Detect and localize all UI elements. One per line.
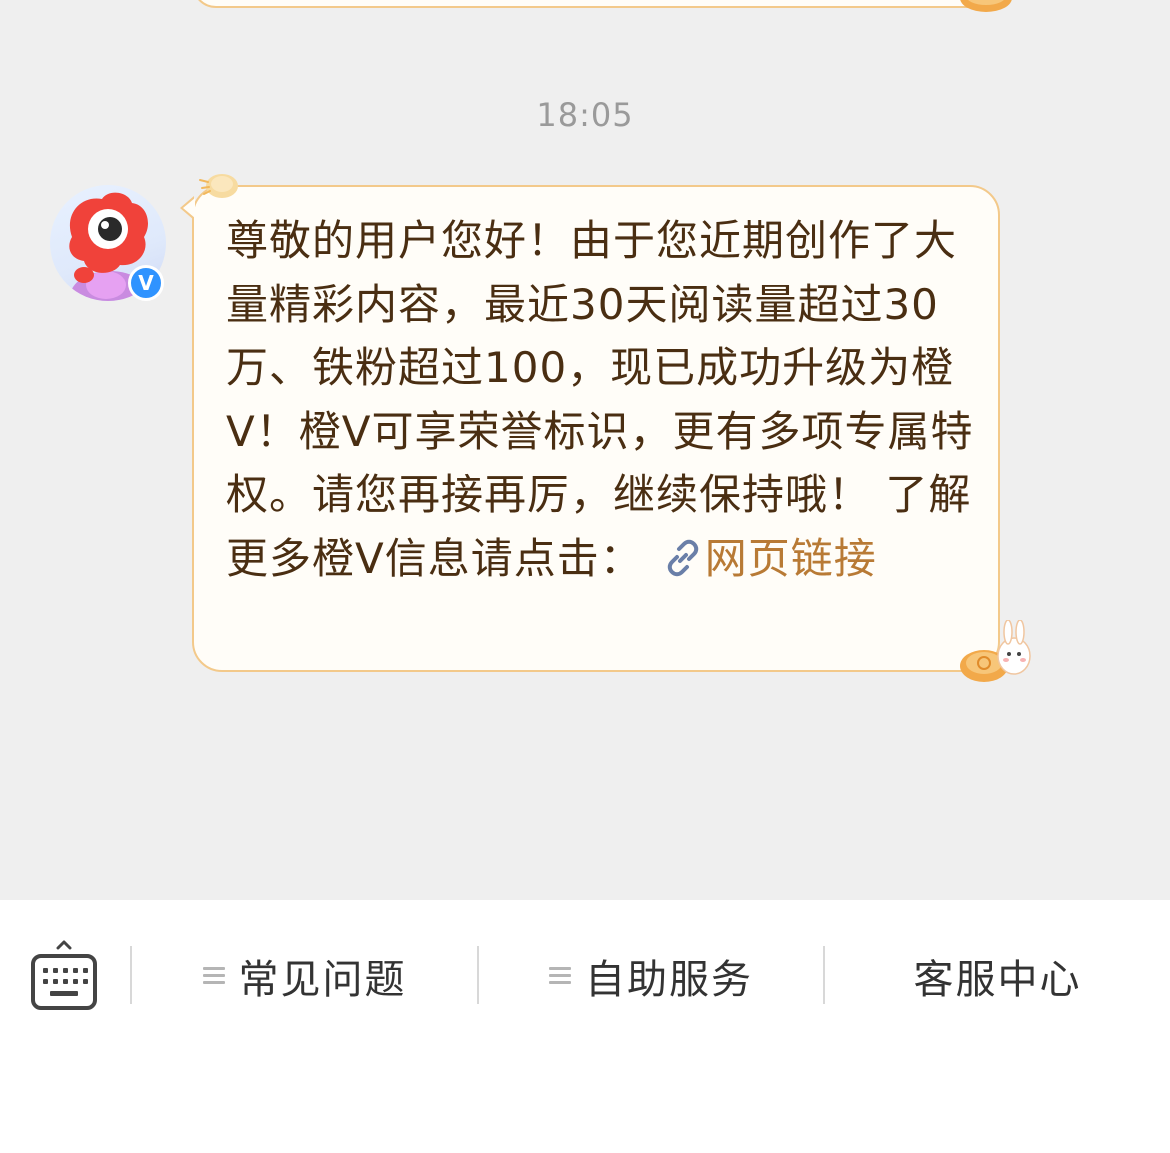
previous-message-bubble[interactable] xyxy=(192,0,1004,8)
bubble-tail-inner xyxy=(183,198,195,218)
customer-service-button[interactable]: 客服中心 xyxy=(825,940,1170,1012)
message-body: 尊敬的用户您好！由于您近期创作了大量精彩内容，最近30天阅读量超过30万、铁粉超… xyxy=(226,216,974,583)
self-service-button[interactable]: 自助服务 xyxy=(479,940,823,1012)
chat-area: 18:05 V 尊敬的用户您好！由于您近期创作了大量精彩内容，最近30天阅读量超… xyxy=(0,0,1170,900)
verified-badge-icon: V xyxy=(128,265,164,301)
rabbit-mooncake-decoration-icon xyxy=(960,620,1031,682)
customer-service-label: 客服中心 xyxy=(913,957,1082,1003)
keyboard-icon[interactable] xyxy=(28,940,100,1016)
mooncake-decoration-icon xyxy=(960,0,1012,12)
faq-label: 常见问题 xyxy=(238,957,407,1003)
bottom-toolbar: 常见问题 自助服务 客服中心 xyxy=(0,900,1170,1153)
message-timestamp: 18:05 xyxy=(536,96,634,134)
message-text: 尊敬的用户您好！由于您近期创作了大量精彩内容，最近30天阅读量超过30万、铁粉超… xyxy=(226,209,976,590)
message-bubble[interactable]: 尊敬的用户您好！由于您近期创作了大量精彩内容，最近30天阅读量超过30万、铁粉超… xyxy=(192,185,1000,672)
mooncake-decoration-icon xyxy=(199,174,238,198)
menu-icon xyxy=(549,967,571,985)
faq-button[interactable]: 常见问题 xyxy=(132,940,477,1012)
menu-icon xyxy=(202,967,225,985)
web-link[interactable]: 网页链接 xyxy=(705,534,877,583)
link-icon[interactable] xyxy=(663,538,703,578)
self-service-label: 自助服务 xyxy=(585,957,753,1003)
